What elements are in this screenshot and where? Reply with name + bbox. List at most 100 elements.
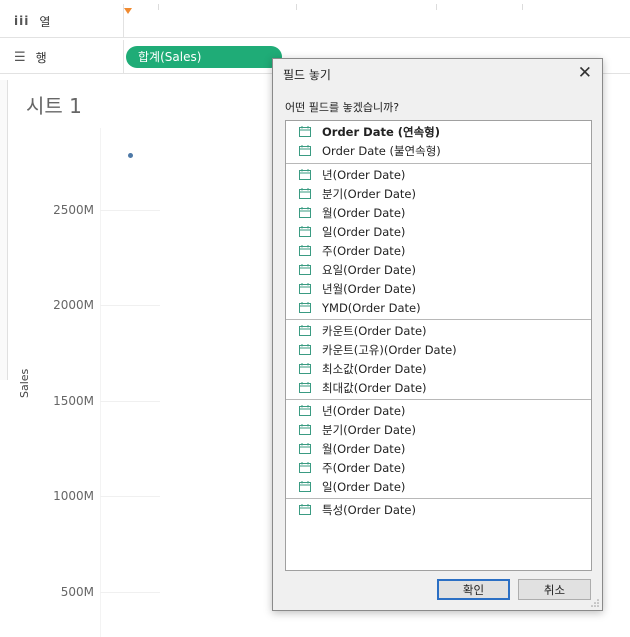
columns-shelf[interactable]: iii 열 (0, 4, 630, 38)
shelf-separator (158, 4, 159, 10)
list-item-label: 일(Order Date) (322, 479, 406, 494)
sales-pill[interactable]: 합계(Sales) (126, 46, 282, 68)
calendar-icon (299, 363, 311, 374)
shelf-separator (436, 4, 437, 10)
list-item[interactable]: 일(Order Date) (286, 477, 591, 496)
list-item[interactable]: 분기(Order Date) (286, 420, 591, 439)
shelf-divider (123, 40, 124, 74)
list-item-label: 주(Order Date) (322, 460, 406, 475)
list-item[interactable]: YMD(Order Date) (286, 298, 591, 317)
list-item[interactable]: 카운트(Order Date) (286, 321, 591, 340)
gridline (100, 305, 160, 306)
calendar-icon (299, 405, 311, 416)
list-item-label: 일(Order Date) (322, 224, 406, 239)
columns-icon: iii (14, 14, 30, 28)
list-item-label: 특성(Order Date) (322, 502, 416, 517)
gridline (100, 401, 160, 402)
y-tick-label: 500M (60, 585, 94, 599)
list-item[interactable]: Order Date (연속형) (286, 122, 591, 141)
data-point-mark[interactable] (128, 153, 133, 158)
y-axis-title: Sales (18, 368, 31, 398)
calendar-icon (299, 188, 311, 199)
axis-line (100, 128, 101, 637)
list-item-label: 최소값(Order Date) (322, 361, 427, 376)
list-item-label: 년월(Order Date) (322, 281, 416, 296)
list-item-label: 월(Order Date) (322, 205, 406, 220)
list-item[interactable]: 년(Order Date) (286, 401, 591, 420)
calendar-icon (299, 424, 311, 435)
list-item[interactable]: 분기(Order Date) (286, 184, 591, 203)
y-tick-label: 2000M (53, 298, 94, 312)
calendar-icon (299, 283, 311, 294)
calendar-icon (299, 504, 311, 515)
rows-shelf-label: ☰ 행 (14, 40, 124, 74)
list-item-label: Order Date (연속형) (322, 124, 441, 139)
gridline (100, 496, 160, 497)
list-item[interactable]: 년월(Order Date) (286, 279, 591, 298)
shelf-separator (522, 4, 523, 10)
calendar-icon (299, 245, 311, 256)
calendar-icon (299, 207, 311, 218)
calendar-icon (299, 169, 311, 180)
list-item[interactable]: 최소값(Order Date) (286, 359, 591, 378)
list-item-label: 요일(Order Date) (322, 262, 416, 277)
dialog-prompt: 어떤 필드를 놓겠습니까? (285, 101, 400, 114)
gridline (100, 592, 160, 593)
list-item-label: 최대값(Order Date) (322, 380, 427, 395)
calendar-icon (299, 325, 311, 336)
list-item[interactable]: 최대값(Order Date) (286, 378, 591, 397)
calendar-icon (299, 126, 311, 137)
close-icon[interactable]: ✕ (578, 63, 592, 83)
list-item-label: YMD(Order Date) (322, 300, 421, 315)
calendar-icon (299, 481, 311, 492)
list-item[interactable]: 년(Order Date) (286, 165, 591, 184)
list-item-label: 년(Order Date) (322, 403, 406, 418)
calendar-icon (299, 226, 311, 237)
rows-label: 행 (35, 50, 47, 65)
ok-button[interactable]: 확인 (437, 579, 510, 600)
left-panel-edge (0, 80, 8, 380)
list-divider (286, 319, 591, 320)
y-tick-label: 1000M (53, 489, 94, 503)
gridline (100, 210, 160, 211)
y-tick-label: 1500M (53, 394, 94, 408)
calendar-icon (299, 462, 311, 473)
list-item[interactable]: 일(Order Date) (286, 222, 591, 241)
calendar-icon (299, 302, 311, 313)
calendar-icon (299, 264, 311, 275)
list-item-label: 카운트(고유)(Order Date) (322, 342, 457, 357)
calendar-icon (299, 382, 311, 393)
list-item-label: 카운트(Order Date) (322, 323, 427, 338)
list-item-label: 월(Order Date) (322, 441, 406, 456)
sheet-title: 시트 1 (26, 94, 82, 118)
list-item-label: 분기(Order Date) (322, 186, 416, 201)
columns-shelf-label: iii 열 (14, 4, 124, 38)
list-item[interactable]: Order Date (불연속형) (286, 141, 591, 160)
list-divider (286, 399, 591, 400)
list-item[interactable]: 요일(Order Date) (286, 260, 591, 279)
list-item[interactable]: 주(Order Date) (286, 241, 591, 260)
list-item-label: Order Date (불연속형) (322, 143, 441, 158)
calendar-icon (299, 443, 311, 454)
list-item[interactable]: 카운트(고유)(Order Date) (286, 340, 591, 359)
list-divider (286, 163, 591, 164)
list-item[interactable]: 월(Order Date) (286, 439, 591, 458)
calendar-icon (299, 344, 311, 355)
list-item[interactable]: 주(Order Date) (286, 458, 591, 477)
list-item-label: 주(Order Date) (322, 243, 406, 258)
columns-label: 열 (39, 14, 51, 29)
cancel-button[interactable]: 취소 (518, 579, 591, 600)
list-item[interactable]: 특성(Order Date) (286, 500, 591, 519)
rows-icon: ☰ (14, 49, 26, 65)
list-item[interactable]: 월(Order Date) (286, 203, 591, 222)
field-option-list[interactable]: Order Date (연속형) Order Date (불연속형) 년(Ord… (285, 120, 592, 571)
resize-grip-icon[interactable] (590, 598, 600, 608)
dialog-title: 필드 놓기 (283, 68, 331, 82)
calendar-icon (299, 145, 311, 156)
drop-marker-icon (124, 8, 132, 14)
list-item-label: 분기(Order Date) (322, 422, 416, 437)
shelf-separator (296, 4, 297, 10)
list-item-label: 년(Order Date) (322, 167, 406, 182)
list-divider (286, 498, 591, 499)
y-tick-label: 2500M (53, 203, 94, 217)
